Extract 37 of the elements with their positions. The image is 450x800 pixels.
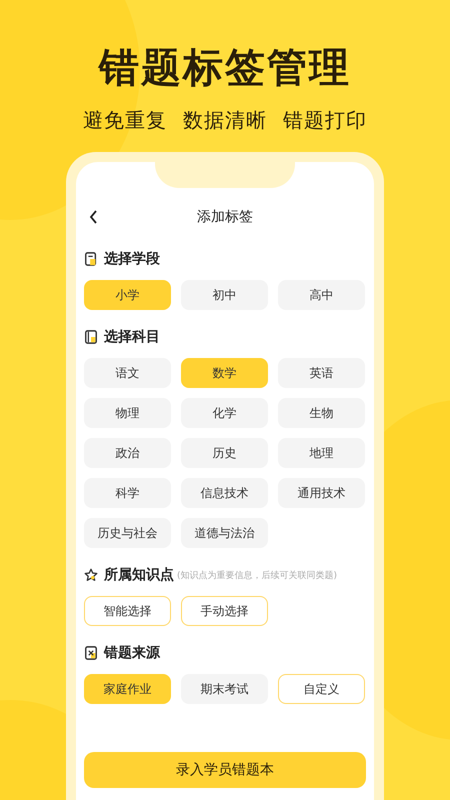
option-chip[interactable]: 历史与社会 <box>84 518 171 548</box>
option-chip[interactable]: 通用技术 <box>278 478 365 508</box>
star-icon <box>84 567 98 583</box>
option-chip[interactable]: 英语 <box>278 358 365 388</box>
x-mark-icon <box>84 645 98 661</box>
book-icon <box>84 329 98 345</box>
option-chip[interactable]: 信息技术 <box>181 478 268 508</box>
option-chip[interactable]: 家庭作业 <box>84 674 171 704</box>
section-title: 选择科目 <box>104 328 160 346</box>
subtitle-text: 避免重复 <box>83 107 167 134</box>
option-chip[interactable]: 生物 <box>278 398 365 428</box>
option-chip[interactable]: 道德与法治 <box>181 518 268 548</box>
option-chip[interactable]: 初中 <box>181 280 268 310</box>
screen-title: 添加标签 <box>197 208 253 226</box>
section-title: 所属知识点 <box>104 566 174 584</box>
option-chip[interactable]: 历史 <box>181 438 268 468</box>
option-chip[interactable]: 自定义 <box>278 674 365 704</box>
section-hint: (知识点为重要信息，后续可关联同类题) <box>177 570 338 582</box>
section-title: 选择学段 <box>104 250 160 268</box>
option-chip[interactable]: 数学 <box>181 358 268 388</box>
option-chip[interactable]: 期末考试 <box>181 674 268 704</box>
option-chip[interactable]: 化学 <box>181 398 268 428</box>
option-chip[interactable]: 语文 <box>84 358 171 388</box>
submit-button[interactable]: 录入学员错题本 <box>84 752 366 788</box>
document-icon <box>84 251 98 267</box>
option-chip[interactable]: 物理 <box>84 398 171 428</box>
headline: 错题标签管理 <box>99 44 351 93</box>
option-chip[interactable]: 高中 <box>278 280 365 310</box>
option-chip[interactable]: 地理 <box>278 438 365 468</box>
option-chip[interactable]: 政治 <box>84 438 171 468</box>
subtitle-text: 错题打印 <box>283 107 367 134</box>
option-chip[interactable]: 智能选择 <box>84 596 171 626</box>
subtitle-text: 数据清晰 <box>183 107 267 134</box>
option-chip[interactable]: 科学 <box>84 478 171 508</box>
option-chip[interactable]: 手动选择 <box>181 596 268 626</box>
option-chip[interactable]: 小学 <box>84 280 171 310</box>
section-title: 错题来源 <box>104 644 160 662</box>
